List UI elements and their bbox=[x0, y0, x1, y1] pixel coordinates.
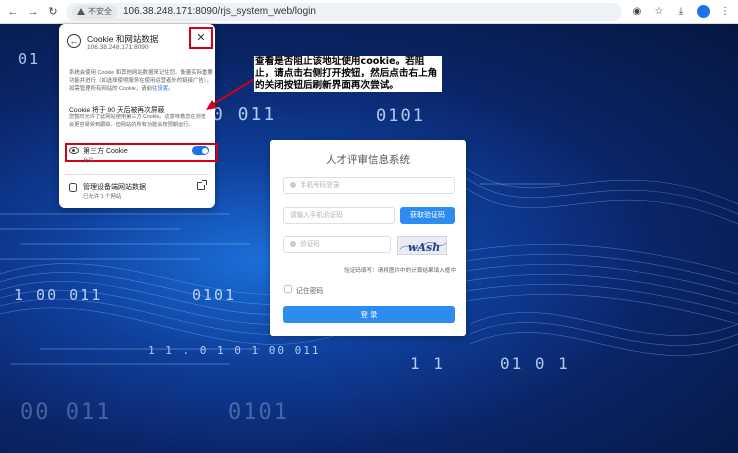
address-bar[interactable]: 不安全 106.38.248.171:8090/rjs_system_web/l… bbox=[66, 2, 622, 21]
security-label: 不安全 bbox=[88, 7, 112, 16]
settings-link[interactable]: 设置 bbox=[157, 86, 168, 92]
binary-text: 1 1 . 0 1 0 1 00 011 bbox=[148, 344, 321, 357]
eye-off-icon[interactable]: ◉ bbox=[630, 5, 644, 19]
menu-dots-icon[interactable]: ⋮ bbox=[718, 5, 732, 19]
warning-icon bbox=[77, 8, 85, 15]
security-chip[interactable]: 不安全 bbox=[72, 4, 117, 19]
phone-placeholder: 手机号码登录 bbox=[300, 182, 340, 189]
binary-text: 0101 bbox=[228, 400, 289, 425]
third-party-cookie-label: 第三方 Cookie bbox=[83, 148, 128, 155]
popup-header: ← Cookie 和网站数据 106.38.248.171:8090 bbox=[65, 29, 209, 55]
divider bbox=[65, 174, 209, 175]
profile-avatar[interactable] bbox=[696, 5, 710, 19]
avatar bbox=[696, 5, 710, 18]
reload-icon[interactable]: ↻ bbox=[46, 5, 60, 19]
manage-site-data-sub: 已允许 1 个网站 bbox=[83, 194, 122, 200]
login-title: 人才评审信息系统 bbox=[326, 154, 410, 166]
database-icon bbox=[69, 183, 77, 192]
close-highlight: ✕ bbox=[189, 27, 213, 49]
captcha-input[interactable]: 验证码 bbox=[283, 236, 391, 253]
bookmark-star-icon[interactable]: ☆ bbox=[652, 5, 666, 19]
captcha-placeholder: 验证码 bbox=[300, 241, 320, 248]
phone-input[interactable]: 手机号码登录 bbox=[283, 177, 455, 194]
captcha-graphic: wAsh bbox=[399, 241, 446, 254]
third-party-cookie-status: 允许 bbox=[83, 158, 94, 164]
binary-text: 01 0 1 bbox=[500, 354, 570, 373]
third-party-cookie-toggle[interactable] bbox=[192, 146, 209, 155]
cookie-description-text: 系统会使用 Cookie 和其他网站数据来记住您、衡量实际重要功能并进行（如选择… bbox=[69, 70, 213, 92]
binary-text: 1 1 bbox=[410, 354, 445, 373]
sms-code-input[interactable]: 请输入手机验证码 bbox=[283, 207, 395, 224]
shield-icon bbox=[290, 241, 296, 247]
get-code-button[interactable]: 获取验证码 bbox=[400, 207, 455, 224]
remember-label[interactable]: 记住密码 bbox=[296, 285, 323, 295]
captcha-text: wAsh bbox=[408, 241, 440, 254]
binary-text: 00 011 bbox=[20, 400, 112, 425]
third-party-description: 您暂时允许了此网站使用第三方 Cookie。这意味着您在浏览会更容易受到跟踪，但… bbox=[69, 114, 206, 128]
open-external-icon[interactable] bbox=[197, 180, 207, 190]
login-button[interactable]: 登 录 bbox=[283, 306, 455, 323]
binary-text: 1 00 011 bbox=[14, 286, 103, 304]
annotation-note: 查看是否阻止该地址使用cookie。若阻止，请点击右侧打开按钮，然后点击右上角的… bbox=[254, 56, 442, 92]
cookie-description: 系统会使用 Cookie 和其他网站数据来记住您、衡量实际重要功能并进行（如选择… bbox=[69, 70, 213, 92]
popup-host: 106.38.248.171:8090 bbox=[87, 44, 149, 51]
binary-text: 01 bbox=[18, 50, 41, 68]
user-icon bbox=[290, 182, 296, 188]
binary-text: 0101 bbox=[376, 106, 425, 126]
remember-checkbox[interactable] bbox=[284, 285, 292, 293]
eye-icon bbox=[69, 147, 79, 154]
back-arrow-icon[interactable]: ← bbox=[6, 5, 20, 19]
captcha-image[interactable]: wAsh bbox=[397, 236, 447, 255]
forward-arrow-icon[interactable]: → bbox=[26, 5, 40, 19]
url-text: 106.38.248.171:8090/rjs_system_web/login bbox=[123, 6, 316, 17]
download-icon[interactable]: ⤓ bbox=[674, 5, 688, 19]
back-arrow-icon[interactable]: ← bbox=[67, 34, 81, 48]
close-icon[interactable]: ✕ bbox=[191, 29, 211, 47]
binary-text: 0101 bbox=[192, 286, 237, 304]
sms-code-placeholder: 请输入手机验证码 bbox=[290, 212, 343, 219]
browser-toolbar: ← → ↻ 不安全 106.38.248.171:8090/rjs_system… bbox=[0, 0, 738, 24]
captcha-hint: 验证码填写：请将图片中的计算结果填入框中 bbox=[344, 268, 456, 274]
third-party-heading: Cookie 将于 90 天后被再次屏蔽 bbox=[69, 107, 165, 114]
manage-site-data-label[interactable]: 管理设备端网站数据 bbox=[83, 182, 146, 192]
